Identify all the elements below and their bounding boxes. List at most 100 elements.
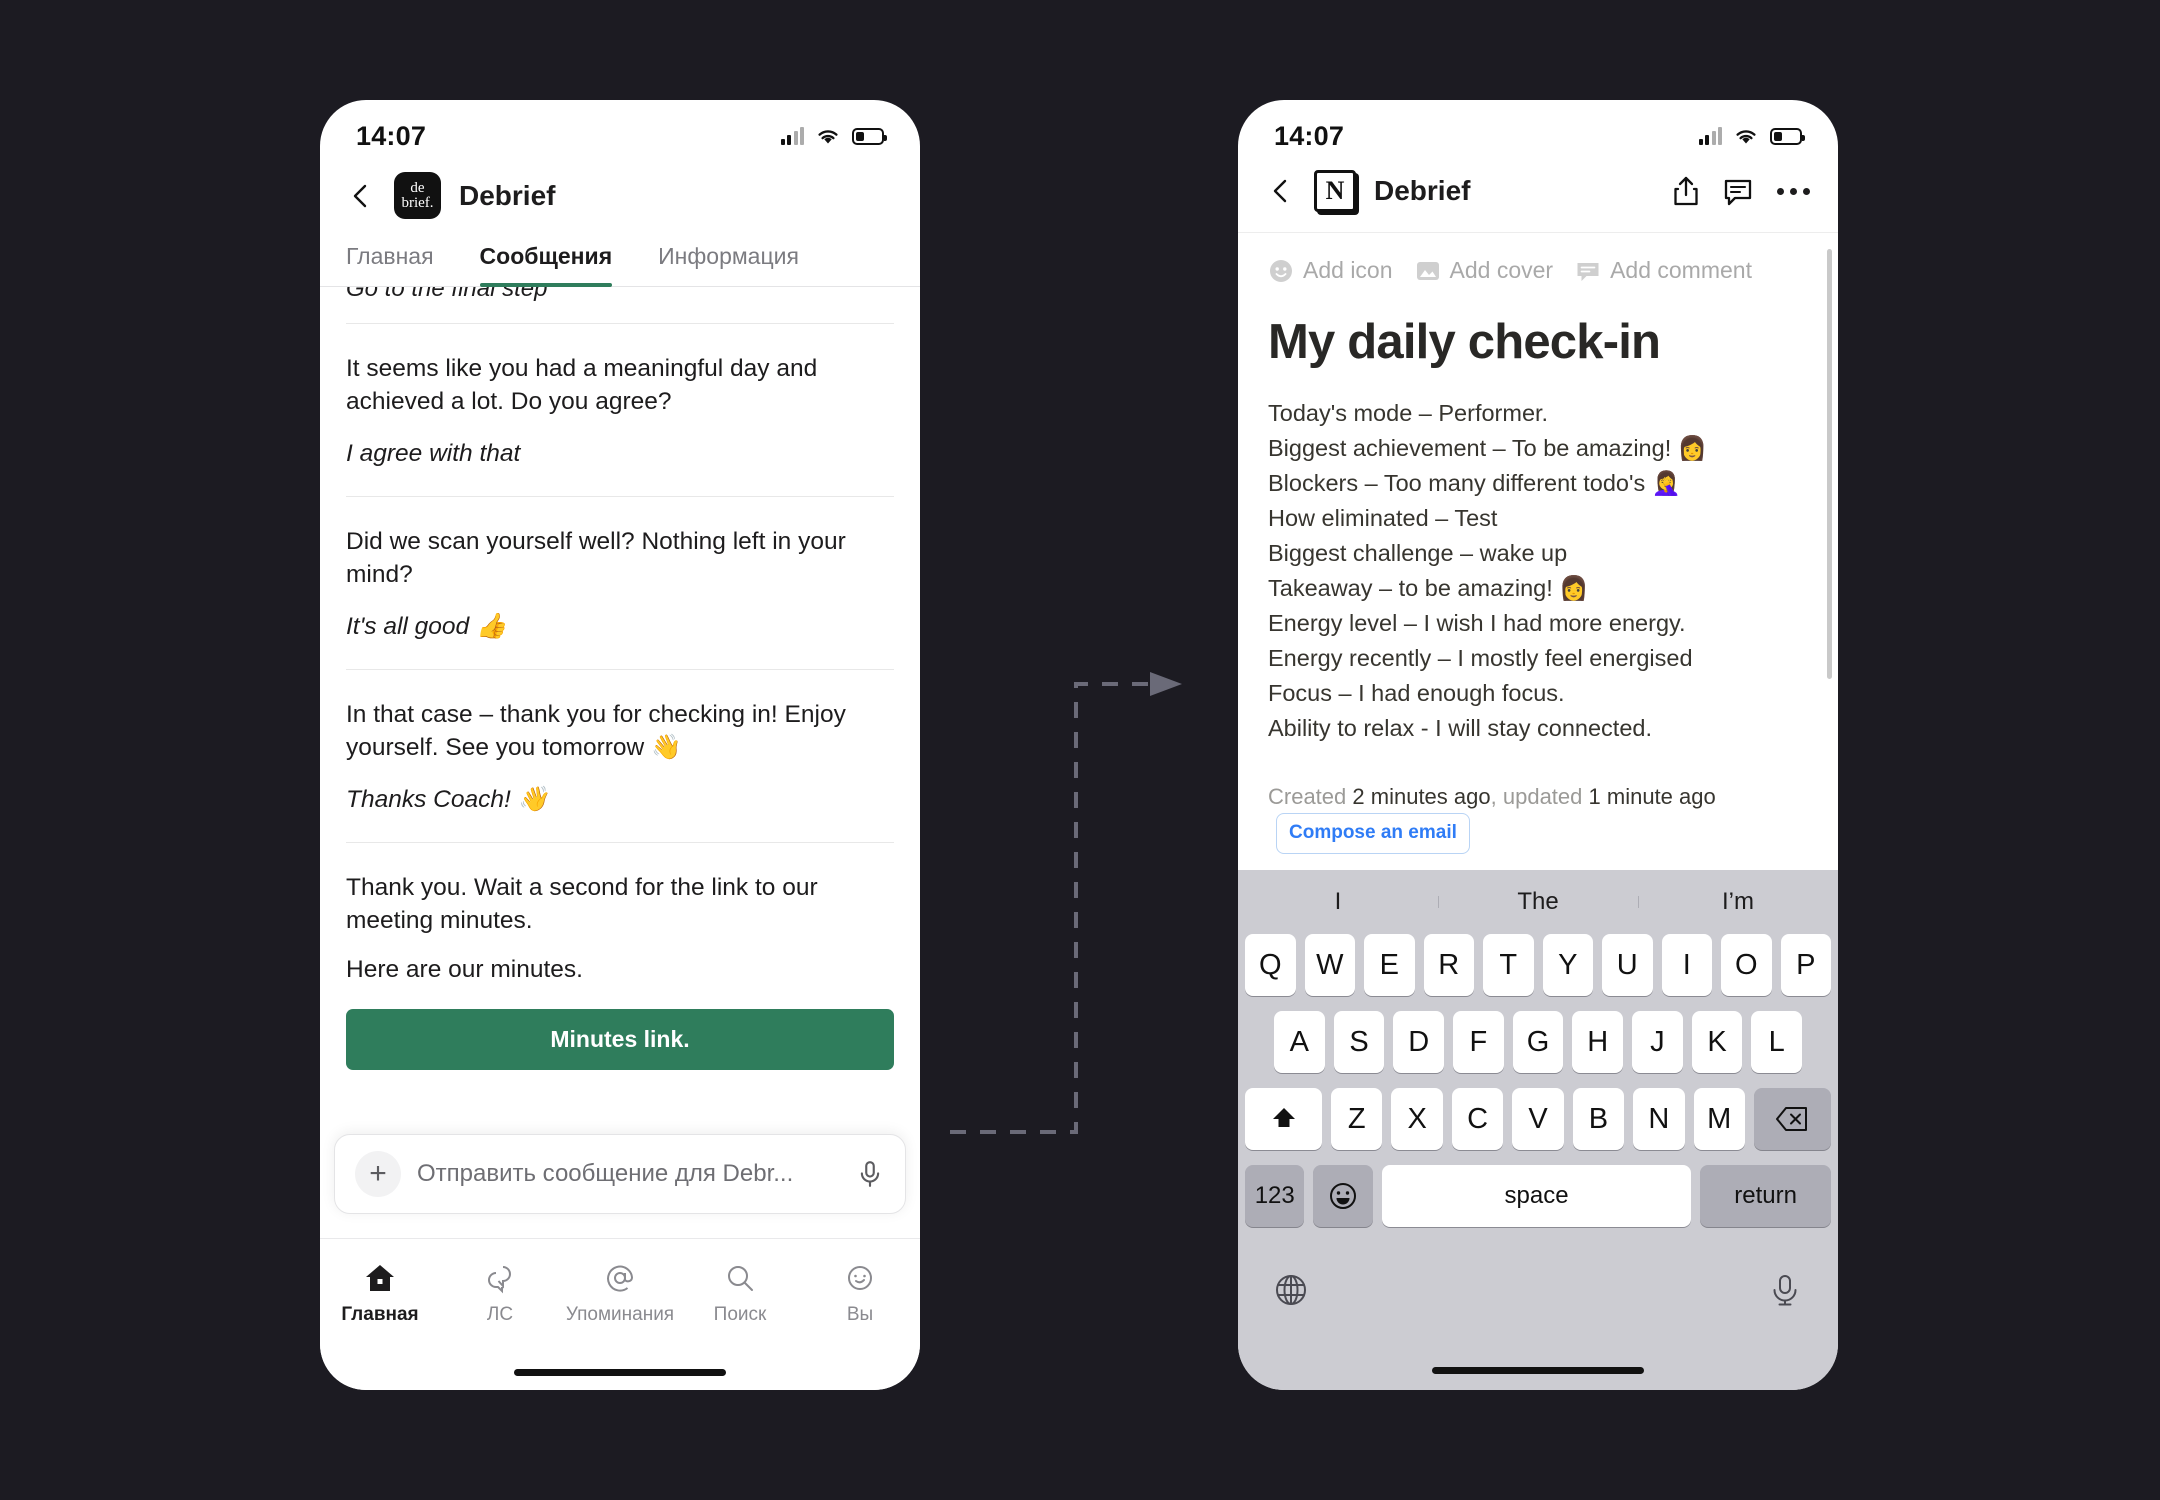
created-label: Created bbox=[1268, 784, 1347, 809]
prediction-2[interactable]: The bbox=[1438, 888, 1638, 916]
key-o[interactable]: O bbox=[1721, 934, 1772, 996]
left-status-clock: 14:07 bbox=[356, 120, 427, 151]
space-key[interactable]: space bbox=[1381, 1165, 1692, 1227]
key-w[interactable]: W bbox=[1304, 934, 1355, 996]
key-m[interactable]: M bbox=[1693, 1088, 1745, 1150]
sidebar-item-mentions[interactable]: Упоминания bbox=[560, 1261, 680, 1326]
you-face-icon bbox=[843, 1261, 877, 1295]
workspace-logo: de brief. bbox=[394, 172, 441, 219]
compose-email-chip[interactable]: Compose an email bbox=[1276, 813, 1470, 854]
keyboard-row-4: 123 space return bbox=[1238, 1165, 1838, 1227]
home-indicator bbox=[1432, 1367, 1644, 1374]
globe-icon[interactable] bbox=[1272, 1271, 1310, 1309]
notion-logo-icon: N bbox=[1314, 170, 1356, 212]
key-s[interactable]: S bbox=[1333, 1011, 1385, 1073]
key-c[interactable]: C bbox=[1451, 1088, 1504, 1150]
key-x[interactable]: X bbox=[1391, 1088, 1443, 1150]
key-j[interactable]: J bbox=[1632, 1011, 1683, 1073]
backspace-key[interactable] bbox=[1753, 1088, 1832, 1150]
microphone-icon[interactable] bbox=[855, 1159, 885, 1189]
updated-label: updated bbox=[1502, 784, 1583, 809]
document-scrollbar[interactable] bbox=[1827, 249, 1832, 679]
chevron-left-icon bbox=[1273, 179, 1287, 203]
dashed-path bbox=[950, 682, 1155, 1134]
document-line: How eliminated – Test bbox=[1268, 505, 1498, 531]
minutes-link-button[interactable]: Minutes link. bbox=[346, 1008, 894, 1070]
emoji-smiley-icon bbox=[1330, 1183, 1357, 1209]
left-page-title: Debrief bbox=[459, 179, 556, 211]
tab-informatsiya[interactable]: Информация bbox=[658, 241, 799, 286]
emoji-key[interactable] bbox=[1313, 1165, 1373, 1227]
key-l[interactable]: L bbox=[1751, 1011, 1803, 1073]
return-key[interactable]: return bbox=[1700, 1165, 1831, 1227]
cellular-signal-icon bbox=[1698, 127, 1722, 145]
key-a[interactable]: A bbox=[1273, 1011, 1325, 1073]
chevron-left-icon bbox=[353, 184, 367, 207]
key-p[interactable]: P bbox=[1780, 934, 1831, 996]
key-g[interactable]: G bbox=[1512, 1011, 1564, 1073]
workspace-logo-line2: brief. bbox=[401, 194, 434, 211]
document-body[interactable]: Today's mode – Performer. Biggest achiev… bbox=[1268, 396, 1808, 746]
message-group-final: Thank you. Wait a second for the link to… bbox=[346, 841, 894, 1096]
key-u[interactable]: U bbox=[1602, 934, 1653, 996]
sidebar-item-home[interactable]: Главная bbox=[320, 1261, 440, 1326]
key-z[interactable]: Z bbox=[1331, 1088, 1383, 1150]
document-title[interactable]: My daily check-in bbox=[1268, 314, 1808, 370]
home-icon bbox=[363, 1261, 397, 1295]
backspace-icon bbox=[1776, 1107, 1808, 1131]
clipped-message: Go to the final step bbox=[346, 287, 548, 302]
key-d[interactable]: D bbox=[1393, 1011, 1444, 1073]
add-cover-button[interactable]: Add cover bbox=[1415, 257, 1553, 284]
back-button[interactable] bbox=[1266, 176, 1296, 206]
tab-label: Упоминания bbox=[565, 1304, 675, 1325]
tab-label: Поиск bbox=[713, 1304, 767, 1325]
keyboard-row-1: Q W E R T Y U I O P bbox=[1238, 934, 1838, 996]
key-f[interactable]: F bbox=[1453, 1011, 1504, 1073]
left-app-header: de brief. Debrief bbox=[320, 162, 920, 241]
key-e[interactable]: E bbox=[1364, 934, 1415, 996]
key-h[interactable]: H bbox=[1572, 1011, 1624, 1073]
sidebar-item-dms[interactable]: ЛС bbox=[440, 1261, 560, 1326]
sidebar-item-search[interactable]: Поиск bbox=[680, 1261, 800, 1326]
prediction-3[interactable]: I’m bbox=[1638, 888, 1838, 916]
tab-label: Вы bbox=[846, 1304, 874, 1325]
cellular-signal-icon bbox=[780, 127, 804, 145]
message-list[interactable]: Go to the final step It seems like you h… bbox=[320, 287, 920, 1127]
key-n[interactable]: N bbox=[1633, 1088, 1685, 1150]
share-icon[interactable] bbox=[1669, 174, 1703, 208]
numeric-key[interactable]: 123 bbox=[1245, 1165, 1305, 1227]
tab-label: ЛС bbox=[486, 1304, 514, 1325]
key-r[interactable]: R bbox=[1423, 934, 1474, 996]
comment-icon[interactable] bbox=[1721, 174, 1755, 208]
message-input[interactable]: Отправить сообщение для Debr... bbox=[417, 1160, 839, 1188]
home-indicator bbox=[514, 1369, 726, 1376]
prediction-1[interactable]: I bbox=[1238, 888, 1438, 916]
key-y[interactable]: Y bbox=[1542, 934, 1593, 996]
tab-glavnaya[interactable]: Главная bbox=[346, 241, 434, 286]
user-message: It's all good 👍 bbox=[346, 612, 507, 640]
add-icon-button[interactable]: Add icon bbox=[1268, 257, 1393, 284]
back-button[interactable] bbox=[346, 181, 376, 211]
message-group: It seems like you had a meaningful day a… bbox=[346, 323, 894, 496]
left-phone-frame: 14:07 de brief. Debrief Главная Сообщени… bbox=[320, 100, 920, 1390]
more-dots-icon[interactable] bbox=[1773, 187, 1810, 195]
sidebar-item-you[interactable]: Вы bbox=[800, 1261, 920, 1326]
add-comment-button[interactable]: Add comment bbox=[1575, 257, 1752, 284]
tab-soobshcheniya[interactable]: Сообщения bbox=[479, 241, 612, 287]
message-group: In that case – thank you for checking in… bbox=[346, 668, 894, 842]
key-i[interactable]: I bbox=[1661, 934, 1712, 996]
key-k[interactable]: K bbox=[1691, 1011, 1743, 1073]
dm-bubbles-icon bbox=[483, 1261, 517, 1295]
shift-key[interactable] bbox=[1244, 1088, 1323, 1150]
right-status-icons bbox=[1698, 126, 1805, 146]
microphone-icon[interactable] bbox=[1766, 1271, 1804, 1309]
notion-document[interactable]: Add icon Add cover Add comment My daily … bbox=[1238, 233, 1838, 873]
key-v[interactable]: V bbox=[1512, 1088, 1564, 1150]
message-composer[interactable]: + Отправить сообщение для Debr... bbox=[334, 1134, 906, 1214]
key-t[interactable]: T bbox=[1483, 934, 1534, 996]
key-b[interactable]: B bbox=[1572, 1088, 1625, 1150]
add-attachment-button[interactable]: + bbox=[355, 1151, 401, 1197]
key-q[interactable]: Q bbox=[1245, 934, 1296, 996]
document-line: Ability to relax - I will stay connected… bbox=[1268, 715, 1652, 741]
document-line: Today's mode – Performer. bbox=[1268, 400, 1549, 426]
